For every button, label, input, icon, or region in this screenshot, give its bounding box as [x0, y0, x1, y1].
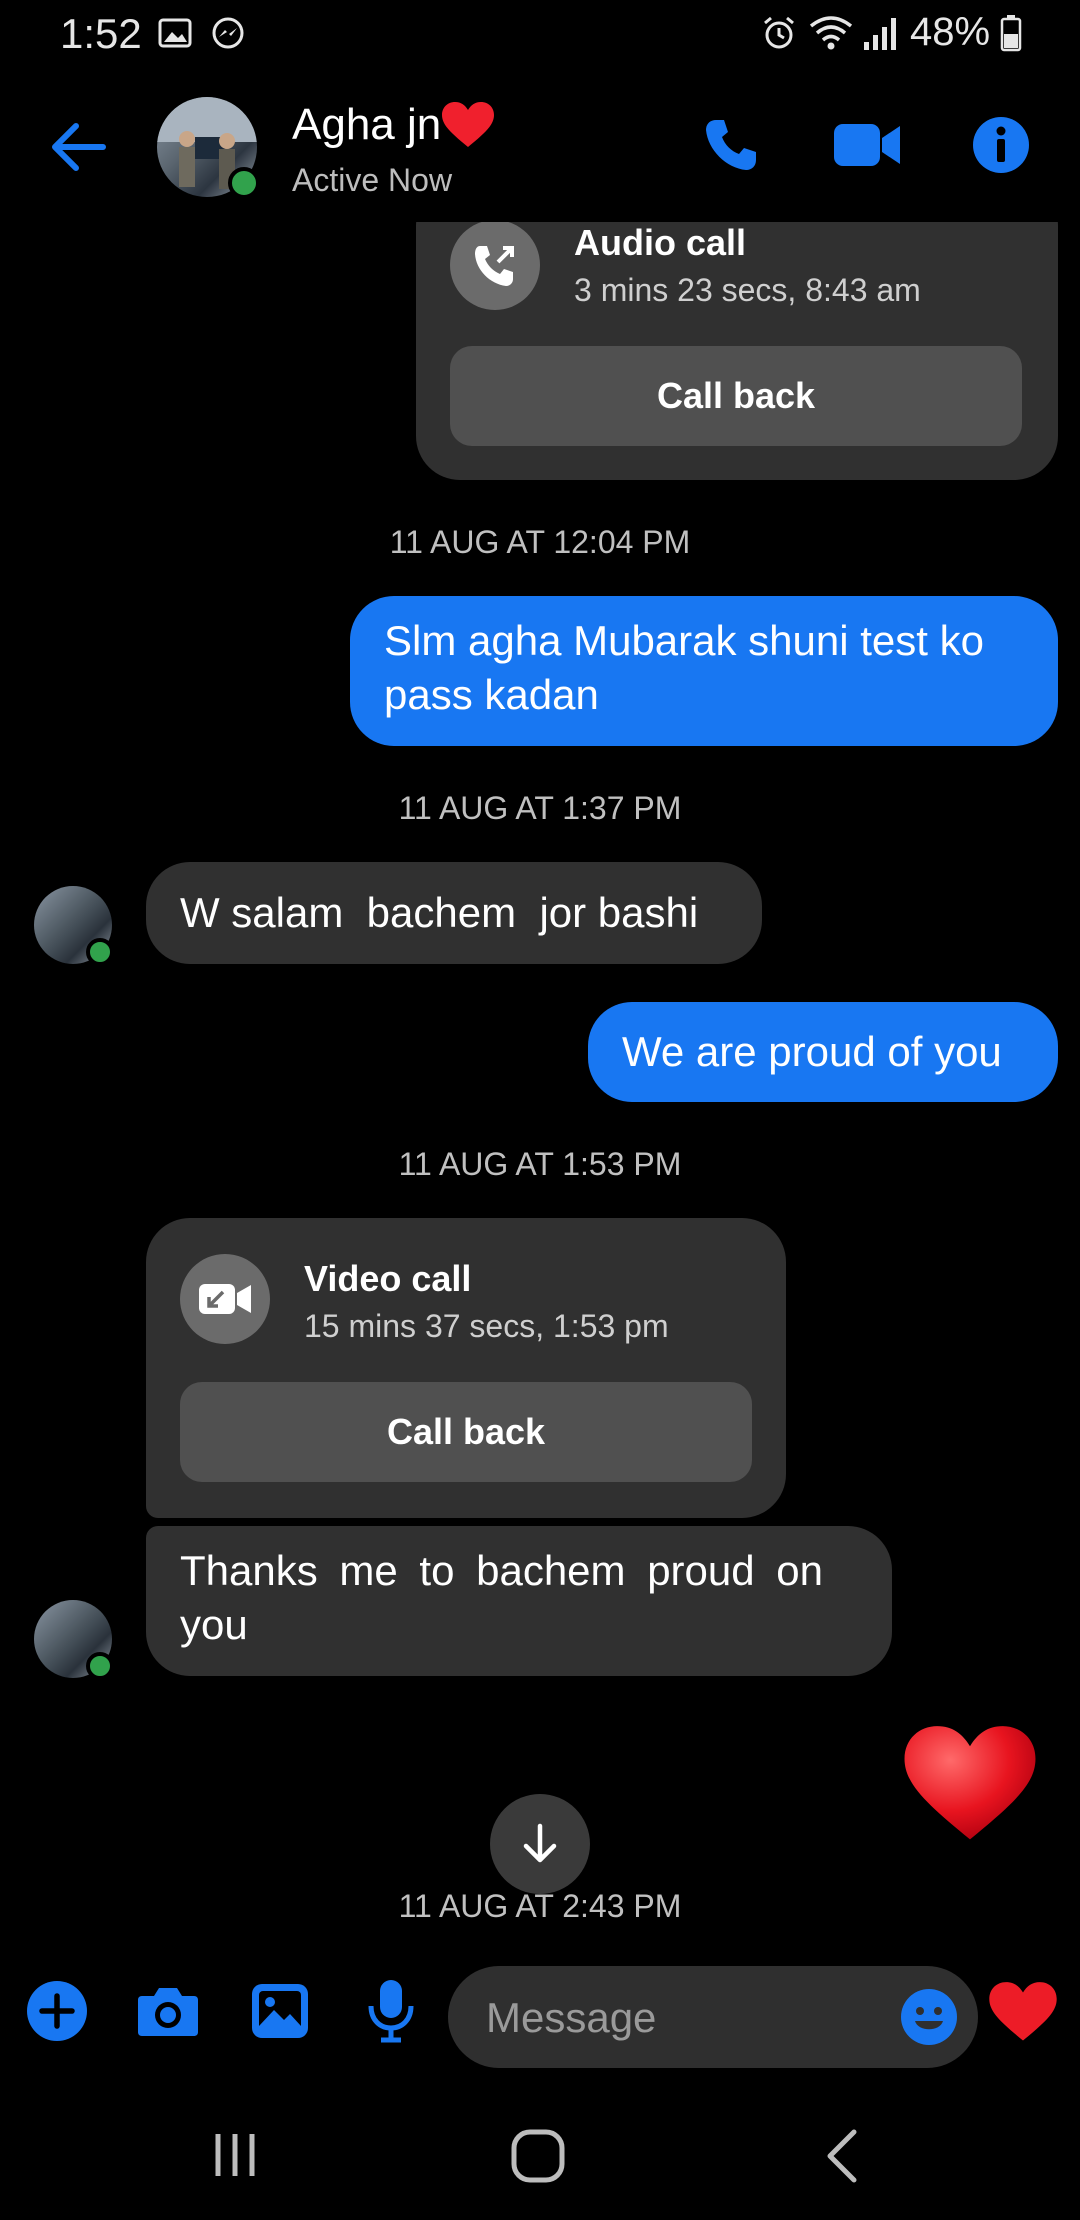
message-input-container: [448, 1966, 978, 2068]
outgoing-message[interactable]: Slm agha Mubarak shuni test ko pass kada…: [350, 596, 1058, 746]
plus-icon[interactable]: [26, 1980, 88, 2042]
call-detail: 15 mins 37 secs, 1:53 pm: [304, 1308, 669, 1344]
emoji-icon[interactable]: [900, 1988, 958, 2046]
call-icon-circle: [180, 1254, 270, 1344]
alarm-icon: [764, 16, 794, 49]
online-indicator: [86, 1652, 114, 1680]
audio-call-card: Audio call 3 mins 23 secs, 8:43 am Call …: [416, 222, 1058, 480]
message-timestamp: 11 AUG AT 1:37 PM: [398, 790, 682, 826]
signal-icon: [864, 18, 896, 50]
heart-send-icon[interactable]: [988, 1980, 1058, 2044]
call-icon-circle: [450, 222, 540, 310]
back-icon[interactable]: [822, 2128, 862, 2184]
contact-name[interactable]: Agha jn: [292, 100, 495, 150]
call-title: Audio call: [574, 222, 747, 263]
home-icon[interactable]: [510, 2128, 566, 2184]
message-text: W salam bachem jor bashi: [180, 889, 699, 936]
battery-percent: 48%: [910, 10, 991, 54]
message-input[interactable]: [484, 1990, 878, 2046]
video-call-icon: [199, 1284, 251, 1314]
video-camera-icon[interactable]: [832, 120, 902, 170]
message-text: We are proud of you: [622, 1028, 1002, 1075]
contact-name-text: Agha jn: [292, 100, 442, 149]
back-arrow-icon[interactable]: [50, 122, 106, 172]
messenger-notification-icon: [212, 17, 244, 49]
call-title: Video call: [304, 1258, 472, 1299]
online-indicator: [86, 938, 114, 966]
recent-apps-icon[interactable]: [210, 2130, 260, 2180]
gallery-notification-icon: [158, 18, 192, 48]
arrow-down-icon: [523, 1823, 557, 1863]
call-detail: 3 mins 23 secs, 8:43 am: [574, 272, 921, 308]
conversation-header: Agha jn Active Now: [0, 80, 1080, 220]
message-timestamp: 11 AUG AT 12:04 PM: [389, 524, 691, 560]
status-bar: 1:52 48%: [0, 0, 1080, 70]
composer-bar: [0, 1962, 1080, 2072]
call-back-button[interactable]: Call back: [180, 1382, 752, 1482]
microphone-icon[interactable]: [366, 1978, 416, 2044]
battery-icon: [1000, 15, 1022, 52]
message-list[interactable]: Audio call 3 mins 23 secs, 8:43 am Call …: [0, 222, 1080, 1962]
status-time: 1:52: [60, 10, 142, 57]
video-call-card: Video call 15 mins 37 secs, 1:53 pm Call…: [146, 1218, 786, 1518]
incoming-message[interactable]: W salam bachem jor bashi: [146, 862, 762, 964]
system-navigation-bar: [0, 2110, 1080, 2220]
outgoing-call-icon: [475, 246, 514, 286]
incoming-message[interactable]: Thanks me to bachem proud on you: [146, 1526, 892, 1676]
heart-emoji-icon: [442, 102, 495, 147]
scroll-to-bottom-button[interactable]: [490, 1794, 590, 1894]
online-indicator: [228, 167, 260, 199]
wifi-icon: [809, 16, 853, 50]
message-timestamp: 11 AUG AT 1:53 PM: [398, 1146, 682, 1182]
contact-active-status: Active Now: [292, 162, 453, 198]
call-back-button[interactable]: Call back: [450, 346, 1022, 446]
message-timestamp: 11 AUG AT 2:43 PM: [398, 1888, 682, 1924]
message-text: Slm agha Mubarak shuni test ko pass kada…: [384, 617, 984, 718]
heart-reaction-icon[interactable]: [902, 1722, 1038, 1846]
phone-icon[interactable]: [702, 116, 760, 174]
gallery-icon[interactable]: [250, 1982, 310, 2040]
outgoing-message[interactable]: We are proud of you: [588, 1002, 1058, 1102]
info-icon[interactable]: [972, 116, 1030, 174]
message-text: Thanks me to bachem proud on you: [180, 1547, 824, 1648]
camera-icon[interactable]: [136, 1984, 200, 2038]
